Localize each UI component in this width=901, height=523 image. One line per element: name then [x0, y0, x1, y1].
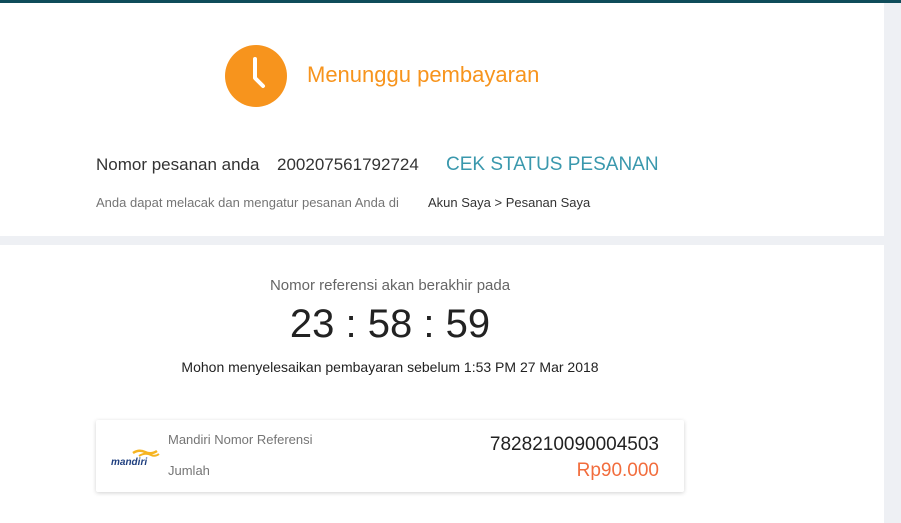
- section-divider: [0, 236, 884, 245]
- countdown-timer: 23 : 58 : 59: [289, 302, 491, 346]
- clock-icon: [225, 45, 287, 107]
- amount-label: Jumlah: [168, 463, 210, 478]
- mandiri-logo-text: mandiri: [111, 457, 147, 468]
- payment-deadline: Mohon menyelesaikan pembayaran sebelum 1…: [181, 359, 599, 375]
- top-bar: [0, 0, 901, 3]
- my-orders-link[interactable]: Akun Saya > Pesanan Saya: [428, 195, 590, 210]
- mandiri-logo: mandiri: [111, 448, 161, 468]
- order-number: 200207561792724: [277, 155, 419, 174]
- payment-reference-card: mandiri Mandiri Nomor Referensi Jumlah 7…: [96, 420, 684, 492]
- scrollbar[interactable]: [884, 3, 901, 523]
- order-number-label: Nomor pesanan anda: [96, 155, 260, 174]
- reference-label: Mandiri Nomor Referensi: [168, 432, 313, 447]
- check-status-link[interactable]: CEK STATUS PESANAN: [446, 154, 659, 176]
- track-order-text: Anda dapat melacak dan mengatur pesanan …: [96, 195, 399, 210]
- amount-value: Rp90.000: [576, 460, 659, 481]
- reference-number: 7828210090004503: [489, 434, 659, 455]
- status-title: Menunggu pembayaran: [307, 62, 540, 87]
- expire-label: Nomor referensi akan berakhir pada: [269, 277, 511, 294]
